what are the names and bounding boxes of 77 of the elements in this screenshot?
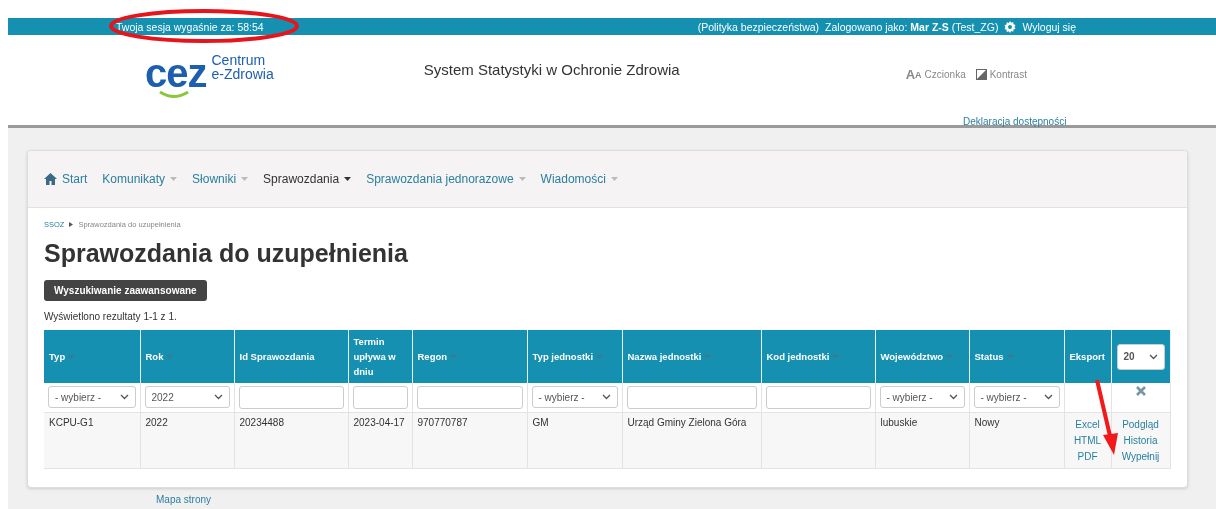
policy-link[interactable]: (Polityka bezpieczeństwa) xyxy=(697,20,820,33)
chevron-icon xyxy=(601,394,611,400)
filter-input[interactable] xyxy=(416,386,523,409)
column-header: Id Sprawozdania xyxy=(239,350,315,364)
filter-select[interactable]: 2022 xyxy=(144,386,230,408)
table-cell: lubuskie xyxy=(880,417,918,428)
contrast-icon xyxy=(975,69,987,80)
table-cell: KCPU-G1 xyxy=(49,417,94,428)
column-header[interactable]: Status xyxy=(974,349,1014,364)
caret-icon xyxy=(344,177,352,181)
clear-filters-icon[interactable] xyxy=(1135,386,1146,396)
nav-item[interactable]: Komunikaty xyxy=(102,172,178,186)
nav-item[interactable]: Wiadomości xyxy=(540,172,618,186)
column-header[interactable]: Nazwa jednostki xyxy=(627,349,712,364)
caret-icon xyxy=(946,354,954,359)
column-header[interactable]: Typ xyxy=(49,349,76,364)
table-cell: 2022 xyxy=(145,417,168,428)
font-size-button[interactable]: AA Czcionka xyxy=(905,67,966,82)
chevron-icon xyxy=(213,394,223,400)
advanced-search-button[interactable]: Wyszukiwanie zaawansowane xyxy=(44,280,207,301)
accessibility-link[interactable]: Deklaracja dostępności xyxy=(963,116,1067,127)
nav-item[interactable]: Sprawozdania xyxy=(263,172,352,186)
filter-select[interactable]: - wybierz - xyxy=(531,386,618,408)
filter-input[interactable] xyxy=(352,386,408,409)
filter-input[interactable] xyxy=(626,386,757,409)
page-heading: Sprawozdania do uzupełnienia xyxy=(44,239,409,268)
caret-icon xyxy=(610,177,618,181)
caret-icon xyxy=(166,354,174,359)
logout-link[interactable]: Wyloguj się xyxy=(1022,20,1076,33)
nav-item[interactable]: Sprawozdania jednorazowe xyxy=(366,172,526,186)
session-timer: Twoja sesja wygaśnie za: 58:54 xyxy=(116,20,264,33)
table-cell: Nowy xyxy=(974,417,1000,428)
action-link[interactable]: Podgląd xyxy=(1122,417,1159,432)
export-link[interactable]: Excel xyxy=(1075,417,1100,432)
sitemap-link[interactable]: Mapa strony xyxy=(156,494,1216,505)
column-header: Eksport xyxy=(1069,350,1105,364)
action-link[interactable]: Wypełnij xyxy=(1121,449,1160,464)
caret-icon xyxy=(832,354,840,359)
caret-icon xyxy=(704,354,712,359)
nav-item[interactable]: Start xyxy=(44,172,88,186)
system-title: System Statystyki w Ochronie Zdrowia xyxy=(423,61,680,78)
chevron-icon xyxy=(1043,394,1053,400)
chevron-icon xyxy=(1148,353,1158,360)
column-header[interactable]: Regon xyxy=(417,349,458,364)
logged-in-user: Zalogowano jako: Mar Z-S (Test_ZG) xyxy=(825,20,999,33)
contrast-button[interactable]: Kontrast xyxy=(975,69,1027,80)
table-cell: 970770787 xyxy=(417,417,468,428)
filter-select[interactable]: - wybierz - xyxy=(48,386,136,408)
column-header[interactable]: Rok xyxy=(145,349,174,364)
export-link[interactable]: HTML xyxy=(1073,433,1102,448)
caret-icon xyxy=(450,354,458,359)
column-header: Termin upływa w dniu xyxy=(353,335,397,379)
caret-icon xyxy=(241,177,249,181)
results-info: Wyświetlono rezultaty 1-1 z 1. xyxy=(44,311,178,322)
table-cell: 20234488 xyxy=(239,417,284,428)
filter-input[interactable] xyxy=(238,386,344,409)
table-cell: Urząd Gminy Zielona Góra xyxy=(627,417,747,428)
nav-item[interactable]: Słowniki xyxy=(192,172,249,186)
page-size-select[interactable]: 20 xyxy=(1116,343,1165,370)
table-cell: GM xyxy=(532,417,549,428)
caret-icon xyxy=(518,177,526,181)
action-link[interactable]: Historia xyxy=(1123,433,1158,448)
filter-select[interactable]: - wybierz - xyxy=(879,386,965,408)
separator-icon xyxy=(69,222,74,227)
gear-icon[interactable] xyxy=(1004,20,1017,33)
caret-icon xyxy=(68,354,76,359)
filter-select[interactable]: - wybierz - xyxy=(973,386,1060,408)
chevron-icon xyxy=(119,394,129,400)
caret-icon xyxy=(170,177,178,181)
caret-icon xyxy=(596,354,604,359)
home-icon xyxy=(44,173,57,185)
chevron-icon xyxy=(948,394,958,400)
export-link[interactable]: PDF xyxy=(1077,449,1098,464)
caret-icon xyxy=(1006,354,1014,359)
filter-input[interactable] xyxy=(765,386,871,409)
table-cell: 2023-04-17 xyxy=(353,417,405,428)
column-header[interactable]: Kod jednostki xyxy=(766,349,840,364)
